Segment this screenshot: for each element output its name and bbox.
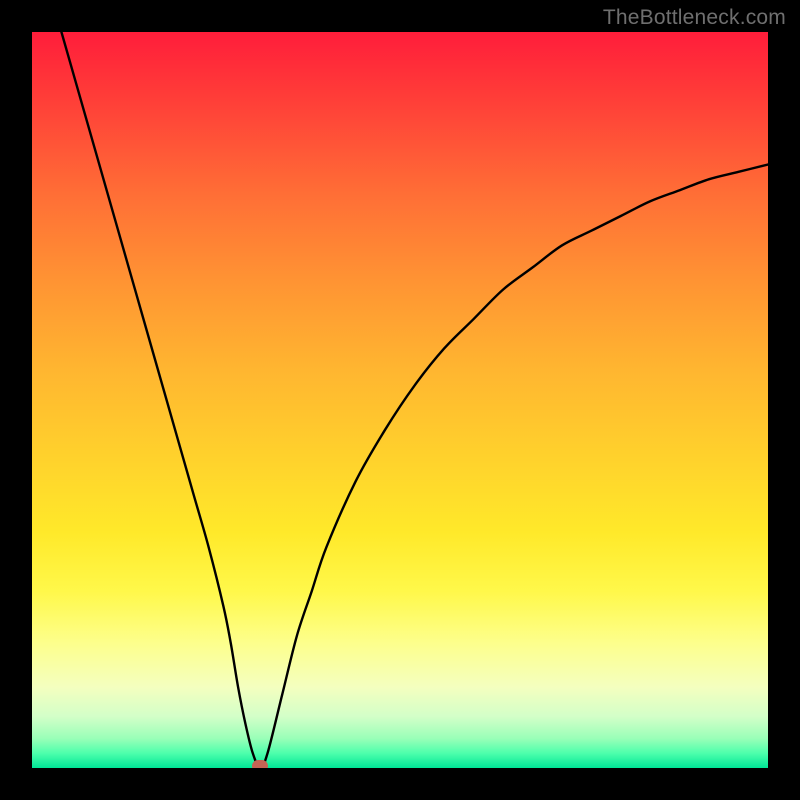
curve-layer [32, 32, 768, 768]
plot-area [32, 32, 768, 768]
chart-frame: TheBottleneck.com [0, 0, 800, 800]
watermark-text: TheBottleneck.com [603, 6, 786, 30]
bottleneck-curve-path [61, 32, 768, 768]
minimum-marker-dot [252, 760, 268, 768]
